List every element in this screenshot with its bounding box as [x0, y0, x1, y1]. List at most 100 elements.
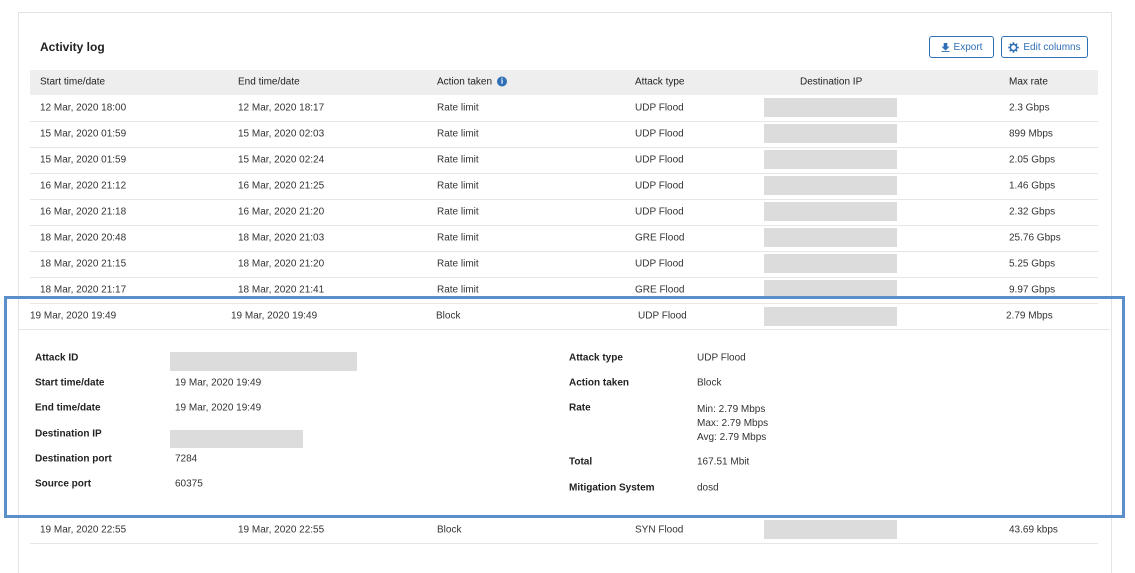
cell-attack-type: GRE Flood: [635, 284, 685, 296]
export-button[interactable]: Export: [929, 36, 994, 58]
cell-max-rate: 2.79 Mbps: [1006, 310, 1053, 322]
cell-start: 19 Mar, 2020 22:55: [40, 524, 127, 536]
cell-max-rate: 43.69 kbps: [1009, 524, 1058, 536]
cell-action: Block: [437, 524, 462, 536]
cell-attack-type: GRE Flood: [635, 232, 685, 244]
cell-start: 15 Mar, 2020 01:59: [40, 154, 127, 166]
redacted-attack-id: [170, 352, 357, 371]
detail-rate-min: Min: 2.79 Mbps: [697, 404, 766, 415]
expanded-table-row[interactable]: 19 Mar, 2020 19:49 19 Mar, 2020 19:49 Bl…: [18, 303, 1110, 330]
cell-end: 18 Mar, 2020 21:20: [238, 258, 325, 270]
redacted-destination-ip: [764, 307, 897, 326]
gear-icon: [1008, 41, 1020, 53]
cell-action: Rate limit: [437, 128, 479, 140]
edit-columns-button-label: Edit columns: [1023, 41, 1081, 53]
cell-attack-type: UDP Flood: [635, 258, 684, 270]
cell-attack-type: UDP Flood: [638, 310, 687, 322]
detail-value-attack-type: UDP Flood: [697, 352, 746, 364]
table-row[interactable]: 16 Mar, 2020 21:18 16 Mar, 2020 21:20 Ra…: [30, 199, 1098, 226]
cell-end: 19 Mar, 2020 19:49: [231, 310, 318, 322]
detail-label-start: Start time/date: [35, 377, 105, 389]
export-button-label: Export: [953, 41, 983, 53]
cell-start: 12 Mar, 2020 18:00: [40, 102, 127, 114]
cell-start: 16 Mar, 2020 21:12: [40, 180, 127, 192]
cell-end: 15 Mar, 2020 02:03: [238, 128, 325, 140]
cell-end: 18 Mar, 2020 21:03: [238, 232, 325, 244]
cell-max-rate: 25.76 Gbps: [1009, 232, 1061, 244]
table-row[interactable]: 12 Mar, 2020 18:00 12 Mar, 2020 18:17 Ra…: [30, 95, 1098, 122]
detail-label-destination-ip: Destination IP: [35, 428, 102, 440]
column-header-start[interactable]: Start time/date: [40, 77, 105, 88]
cell-max-rate: 5.25 Gbps: [1009, 258, 1056, 270]
cell-action: Rate limit: [437, 284, 479, 296]
column-header-action-label: Action taken: [437, 76, 493, 88]
cell-action: Rate limit: [437, 258, 479, 270]
cell-start: 16 Mar, 2020 21:18: [40, 206, 127, 218]
table-row[interactable]: 15 Mar, 2020 01:59 15 Mar, 2020 02:03 Ra…: [30, 121, 1098, 148]
detail-rate-max: Max: 2.79 Mbps: [697, 418, 769, 429]
detail-label-action: Action taken: [569, 377, 630, 389]
detail-rate-values: Min: 2.79 Mbps Max: 2.79 Mbps Avg: 2.79 …: [697, 403, 768, 445]
cell-attack-type: UDP Flood: [635, 180, 684, 192]
redacted-destination-ip: [764, 254, 897, 273]
cell-start: 15 Mar, 2020 01:59: [40, 128, 127, 140]
detail-label-rate: Rate: [569, 402, 591, 414]
table-row[interactable]: 18 Mar, 2020 20:48 18 Mar, 2020 21:03 Ra…: [30, 225, 1098, 252]
cell-end: 15 Mar, 2020 02:24: [238, 154, 325, 166]
cell-start: 18 Mar, 2020 21:15: [40, 258, 127, 270]
cell-max-rate: 9.97 Gbps: [1009, 284, 1056, 296]
detail-label-destination-port: Destination port: [35, 453, 112, 465]
cell-action: Rate limit: [437, 154, 479, 166]
redacted-destination-ip: [764, 280, 897, 299]
redacted-detail-destination-ip: [170, 430, 303, 448]
cell-attack-type: UDP Flood: [635, 206, 684, 218]
cell-attack-type: UDP Flood: [635, 102, 684, 114]
cell-end: 19 Mar, 2020 22:55: [238, 524, 325, 536]
detail-label-end: End time/date: [35, 402, 101, 414]
detail-label-mitigation: Mitigation System: [569, 482, 655, 494]
cell-end: 16 Mar, 2020 21:20: [238, 206, 325, 218]
column-header-end[interactable]: End time/date: [238, 77, 300, 88]
detail-value-source-port: 60375: [175, 478, 203, 490]
cell-attack-type: UDP Flood: [635, 128, 684, 140]
table-row[interactable]: 19 Mar, 2020 22:55 19 Mar, 2020 22:55 Bl…: [30, 517, 1098, 544]
detail-label-source-port: Source port: [35, 478, 92, 490]
cell-max-rate: 1.46 Gbps: [1009, 180, 1056, 192]
cell-start: 18 Mar, 2020 21:17: [40, 284, 127, 296]
cell-end: 12 Mar, 2020 18:17: [238, 102, 325, 114]
table-header: Start time/date End time/date Action tak…: [30, 70, 1098, 95]
table-row[interactable]: 15 Mar, 2020 01:59 15 Mar, 2020 02:24 Ra…: [30, 147, 1098, 174]
detail-value-action: Block: [697, 377, 722, 389]
column-header-destination-ip[interactable]: Destination IP: [800, 77, 862, 88]
redacted-destination-ip: [764, 228, 897, 247]
cell-end: 16 Mar, 2020 21:25: [238, 180, 325, 192]
column-header-max-rate[interactable]: Max rate: [1009, 77, 1048, 88]
cell-max-rate: 2.3 Gbps: [1009, 102, 1050, 114]
cell-action: Rate limit: [437, 102, 479, 114]
cell-action: Rate limit: [437, 206, 479, 218]
detail-label-attack-id: Attack ID: [35, 352, 79, 364]
table-row[interactable]: 18 Mar, 2020 21:15 18 Mar, 2020 21:20 Ra…: [30, 251, 1098, 278]
cell-attack-type: SYN Flood: [635, 524, 684, 536]
redacted-destination-ip: [764, 520, 897, 539]
column-header-attack-type[interactable]: Attack type: [635, 77, 684, 88]
detail-label-total: Total: [569, 456, 593, 468]
cell-max-rate: 2.05 Gbps: [1009, 154, 1056, 166]
cell-action: Rate limit: [437, 232, 479, 244]
cell-attack-type: UDP Flood: [635, 154, 684, 166]
column-header-action[interactable]: Action taken i: [437, 76, 508, 88]
info-icon[interactable]: i: [497, 76, 508, 87]
detail-value-end: 19 Mar, 2020 19:49: [175, 402, 262, 414]
detail-value-start: 19 Mar, 2020 19:49: [175, 377, 262, 389]
detail-rate-avg: Avg: 2.79 Mbps: [697, 432, 767, 443]
cell-start: 18 Mar, 2020 20:48: [40, 232, 127, 244]
table-row[interactable]: 16 Mar, 2020 21:12 16 Mar, 2020 21:25 Ra…: [30, 173, 1098, 200]
redacted-destination-ip: [764, 150, 897, 169]
cell-action: Rate limit: [437, 180, 479, 192]
table-row[interactable]: 18 Mar, 2020 21:17 18 Mar, 2020 21:41 Ra…: [30, 277, 1098, 304]
redacted-destination-ip: [764, 98, 897, 117]
detail-label-attack-type: Attack type: [569, 352, 623, 364]
cell-max-rate: 899 Mbps: [1009, 128, 1053, 140]
edit-columns-button[interactable]: Edit columns: [1001, 36, 1088, 58]
detail-value-destination-port: 7284: [175, 453, 198, 465]
